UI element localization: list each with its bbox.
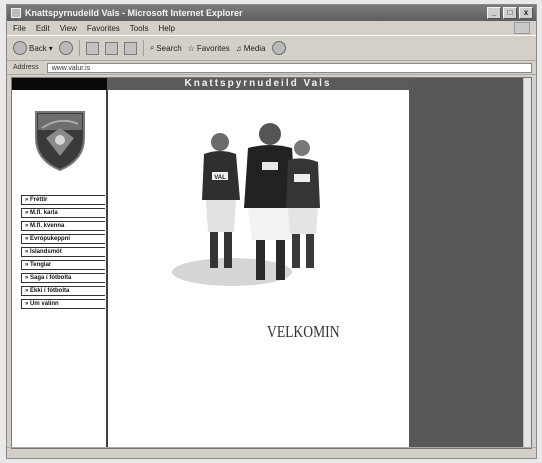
- window-controls: _ □ x: [487, 7, 533, 19]
- menu-help[interactable]: Help: [158, 24, 174, 33]
- nav-menu: » Fréttir » M.fl. karla » M.fl. kvenna »…: [21, 195, 105, 312]
- nav-item-frettir[interactable]: » Fréttir: [21, 195, 105, 205]
- players-photo: VAL: [172, 123, 320, 286]
- browser-window: Knattspyrnudeild Vals - Microsoft Intern…: [6, 4, 537, 459]
- menu-tools[interactable]: Tools: [130, 24, 149, 33]
- nav-item-saga[interactable]: » Saga í fótbolta: [21, 273, 105, 283]
- search-icon: ⌕: [149, 43, 155, 52]
- nav-item-ekki[interactable]: » Ekki í fótbolta: [21, 286, 105, 296]
- nav-item-islandsmot[interactable]: » Íslandsmót: [21, 247, 105, 257]
- menu-edit[interactable]: Edit: [36, 24, 50, 33]
- site-header: Knattspyrnudeild Vals: [107, 78, 409, 90]
- maximize-button[interactable]: □: [503, 7, 517, 19]
- forward-button[interactable]: [58, 41, 73, 55]
- search-button[interactable]: ⌕ Search: [150, 43, 182, 53]
- search-label: Search: [156, 43, 182, 53]
- history-button[interactable]: [271, 41, 286, 55]
- chevron-down-icon: ▾: [48, 43, 53, 53]
- address-label: Address: [13, 64, 39, 71]
- vertical-scrollbar[interactable]: [523, 78, 531, 448]
- toolbar-separator: [142, 40, 144, 56]
- refresh-button[interactable]: [104, 41, 118, 55]
- star-icon: ☆: [187, 43, 195, 53]
- nav-item-karla[interactable]: » M.fl. karla: [21, 208, 105, 218]
- media-label: Media: [243, 43, 266, 53]
- title-bar: Knattspyrnudeild Vals - Microsoft Intern…: [7, 5, 536, 21]
- welcome-heading: VELKOMIN: [267, 322, 340, 341]
- stop-button[interactable]: [85, 41, 99, 55]
- address-bar: Address www.valur.is: [7, 61, 536, 75]
- media-button[interactable]: ♫ Media: [236, 44, 266, 53]
- windows-logo-icon: [514, 22, 530, 34]
- menu-favorites[interactable]: Favorites: [87, 24, 120, 33]
- page-viewport: Knattspyrnudeild Vals » Fréttir » M.fl. …: [11, 77, 532, 449]
- menu-file[interactable]: File: [13, 24, 26, 33]
- favorites-label: Favorites: [196, 43, 230, 53]
- nav-item-tenglar[interactable]: » Tenglar: [21, 260, 105, 270]
- menu-view[interactable]: View: [60, 24, 77, 33]
- back-button[interactable]: Back ▾: [13, 41, 53, 55]
- nav-item-evropukeppni[interactable]: » Evrópukeppni: [21, 234, 105, 244]
- club-crest-logo[interactable]: [34, 108, 86, 172]
- toolbar: Back ▾ ⌕ Search ☆ Favorites ♫ Media: [7, 35, 536, 61]
- media-icon: ♫: [235, 43, 242, 53]
- favorites-button[interactable]: ☆ Favorites: [188, 44, 230, 53]
- back-label: Back: [29, 43, 47, 53]
- nav-item-um-valinn[interactable]: » Um valinn: [21, 299, 105, 309]
- menu-bar: File Edit View Favorites Tools Help: [7, 21, 536, 35]
- back-arrow-icon: [13, 41, 27, 55]
- minimize-button[interactable]: _: [487, 7, 501, 19]
- right-panel: [409, 78, 531, 448]
- left-top-bar: [12, 78, 107, 90]
- window-title: Knattspyrnudeild Vals - Microsoft Intern…: [25, 8, 243, 18]
- nav-item-kvenna[interactable]: » M.fl. kvenna: [21, 221, 105, 231]
- toolbar-separator: [78, 40, 80, 56]
- svg-text:VAL: VAL: [214, 175, 226, 181]
- status-bar: [7, 447, 536, 458]
- ie-icon: [11, 8, 21, 18]
- address-input[interactable]: www.valur.is: [46, 62, 532, 73]
- close-button[interactable]: x: [519, 7, 533, 19]
- home-button[interactable]: [123, 41, 137, 55]
- sidebar: » Fréttir » M.fl. karla » M.fl. kvenna »…: [12, 90, 108, 448]
